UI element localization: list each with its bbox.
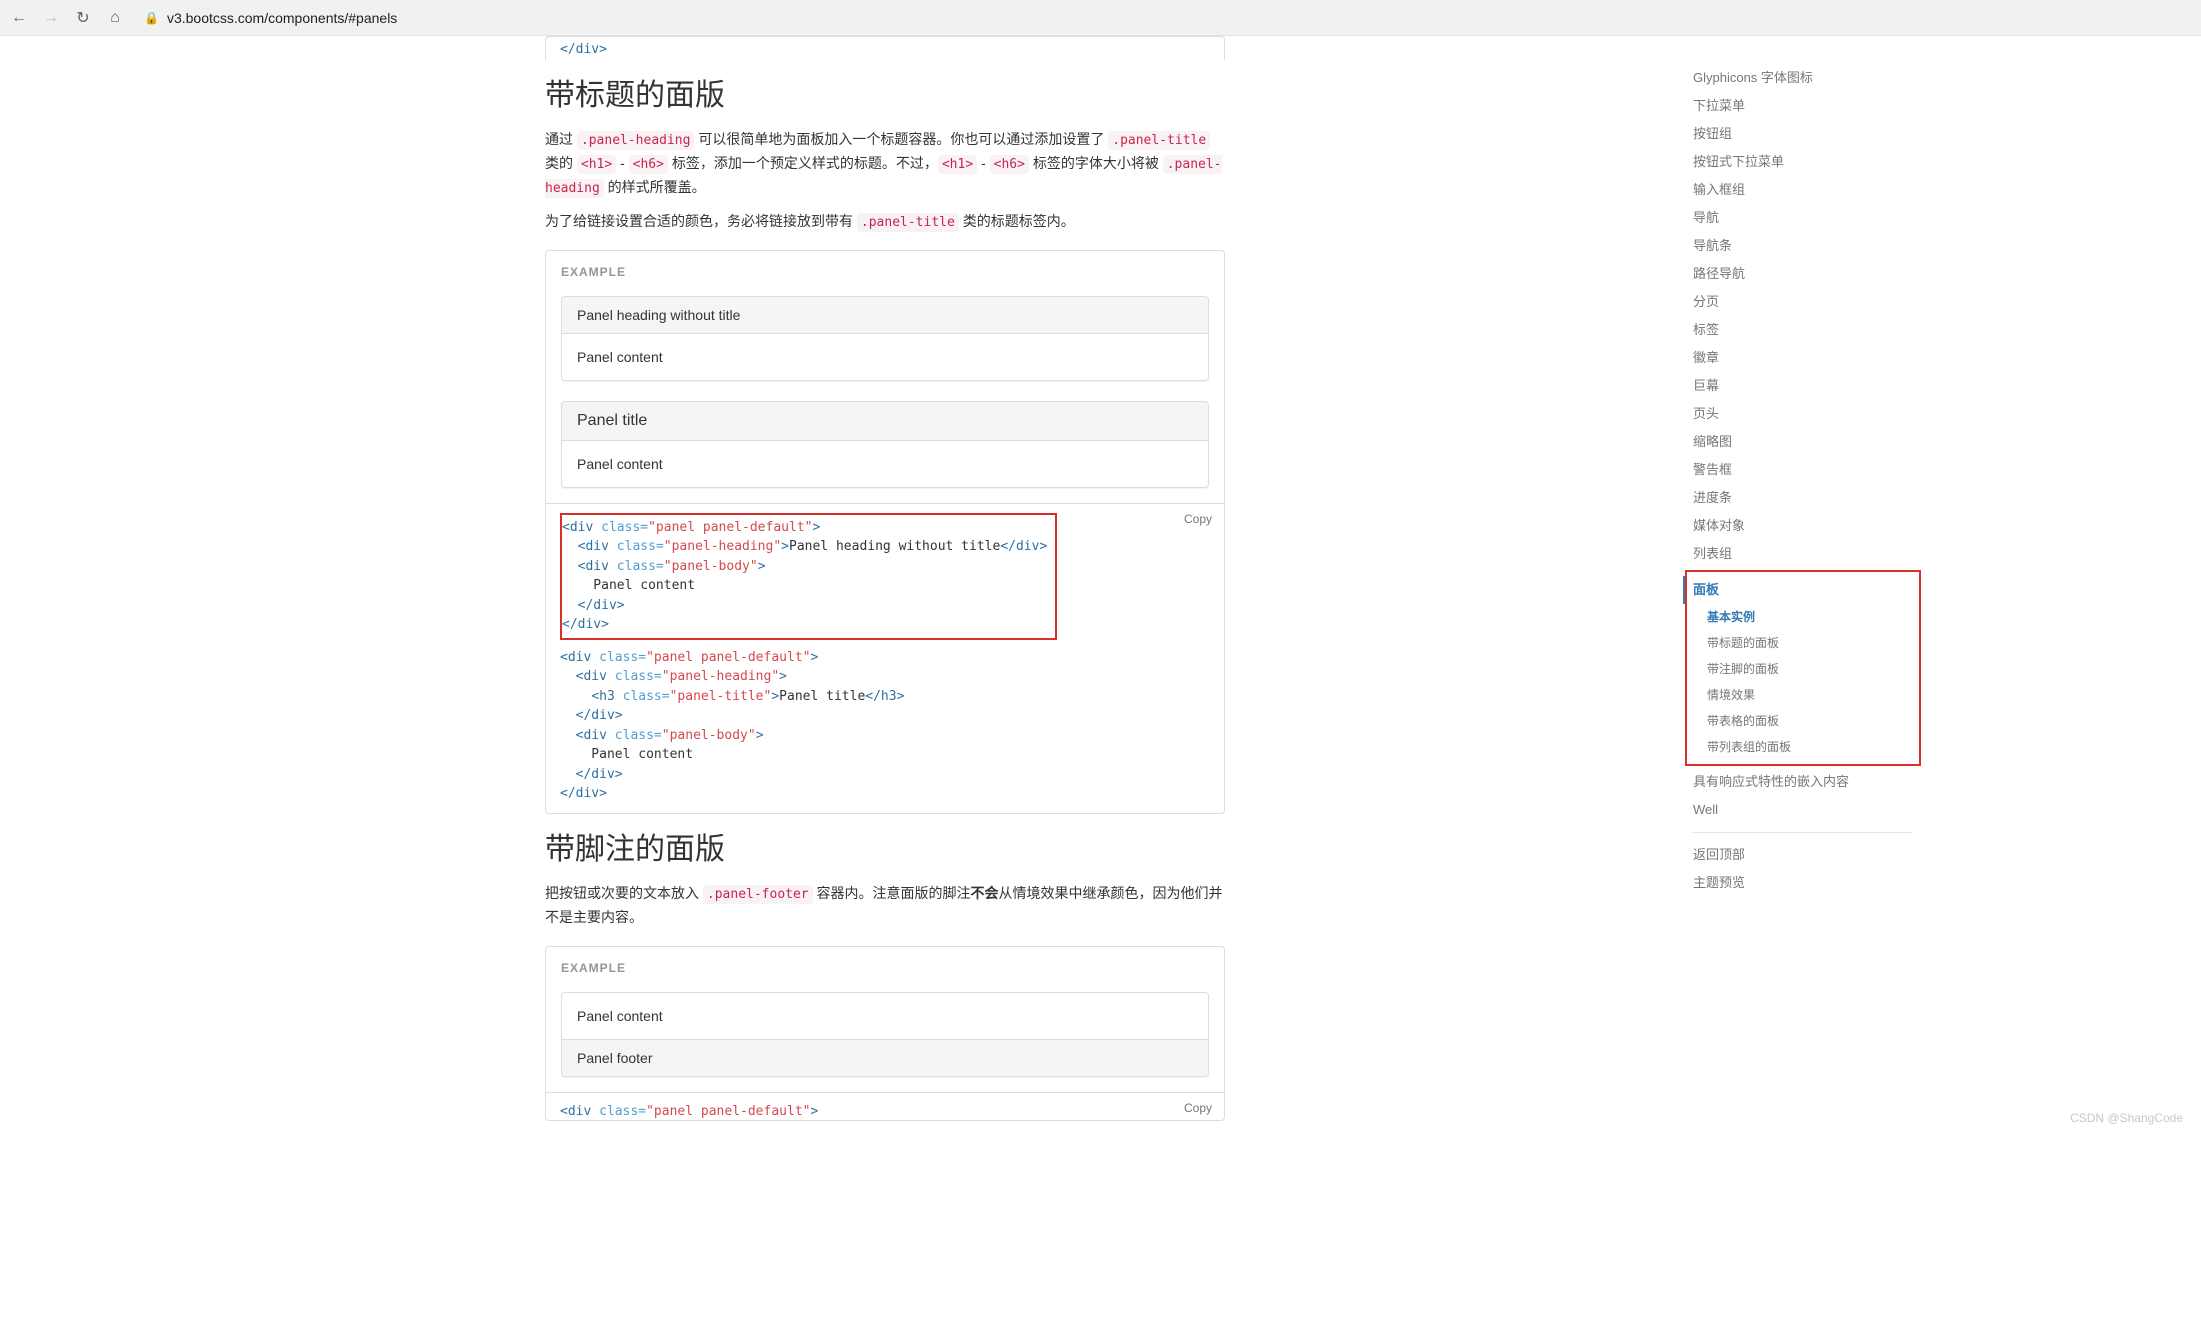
panel-title: Panel title [577,412,1193,430]
home-icon[interactable]: ⌂ [106,9,124,27]
section-paragraph: 把按钮或次要的文本放入 .panel-footer 容器内。注意面版的脚注不会从… [545,882,1225,930]
code-inline: <h1> [938,155,977,174]
code-text: <div class="panel panel-default"> <div c… [562,518,1047,635]
code-inline: <h1> [577,155,616,174]
sidebar-item[interactable]: 警告框 [1693,456,1913,484]
watermark: CSDN @ShangCode [2070,1111,2183,1125]
sidebar-theme-preview[interactable]: 主题预览 [1693,869,1913,897]
sidebar-sub-item[interactable]: 带表格的面板 [1707,708,1913,734]
copy-button[interactable]: Copy [1184,512,1212,526]
panel-default: Panel heading without title Panel conten… [561,296,1209,381]
sidebar-item[interactable]: 导航条 [1693,232,1913,260]
sidebar-item[interactable]: 按钮组 [1693,120,1913,148]
sidebar-subnav: 基本实例 带标题的面板 带注脚的面板 情境效果 带表格的面板 带列表组的面板 [1693,604,1913,760]
sidebar-item[interactable]: 标签 [1693,316,1913,344]
code-block: Copy <div class="panel panel-default"> [545,1093,1225,1121]
back-icon[interactable]: ← [10,9,28,27]
code-inline: .panel-heading [577,131,695,150]
code-inline: .panel-footer [703,885,813,904]
code-block-partial: Basic panel example </div> </div> [545,36,1225,60]
sidebar-item[interactable]: 下拉菜单 [1693,92,1913,120]
forward-icon[interactable]: → [42,9,60,27]
address-bar[interactable]: 🔒 v3.bootcss.com/components/#panels [144,10,397,26]
panel-default: Panel title Panel content [561,401,1209,488]
section-paragraph: 通过 .panel-heading 可以很简单地为面板加入一个标题容器。你也可以… [545,128,1225,200]
sidebar-sub-item[interactable]: 带注脚的面板 [1707,656,1913,682]
copy-button[interactable]: Copy [1184,1101,1212,1115]
panel-body: Panel content [562,334,1208,380]
code-block: Copy <div class="panel panel-default"> <… [545,504,1225,814]
panel-default: Panel content Panel footer [561,992,1209,1077]
code-text: <div class="panel panel-default"> <div c… [560,648,1210,804]
section-heading-footer: 带脚注的面版 [545,824,1225,868]
sidebar-item[interactable]: 缩略图 [1693,428,1913,456]
annotation-highlight-box: <div class="panel panel-default"> <div c… [560,513,1057,640]
sidebar-sub-item[interactable]: 带列表组的面板 [1707,734,1913,760]
sidebar-item[interactable]: 具有响应式特性的嵌入内容 [1693,768,1913,796]
panel-body: Panel content [562,441,1208,487]
panel-heading: Panel heading without title [562,297,1208,334]
panel-body: Panel content [562,993,1208,1039]
example-box: Panel heading without title Panel conten… [545,250,1225,504]
code-inline: .panel-title [1108,131,1210,150]
sidebar-nav: Glyphicons 字体图标 下拉菜单 按钮组 按钮式下拉菜单 输入框组 导航… [1693,64,1913,897]
sidebar-item[interactable]: Well [1693,796,1913,824]
sidebar-item[interactable]: 按钮式下拉菜单 [1693,148,1913,176]
sidebar-item[interactable]: 徽章 [1693,344,1913,372]
sidebar-item[interactable]: 分页 [1693,288,1913,316]
sidebar-item[interactable]: Glyphicons 字体图标 [1693,64,1913,92]
url-text: v3.bootcss.com/components/#panels [167,10,397,26]
panel-heading: Panel title [562,402,1208,441]
main-content: Basic panel example </div> </div> 带标题的面版… [545,36,1225,1121]
sidebar-item[interactable]: 输入框组 [1693,176,1913,204]
sidebar-item[interactable]: 巨幕 [1693,372,1913,400]
browser-chrome: ← → ↻ ⌂ 🔒 v3.bootcss.com/components/#pan… [0,0,2201,36]
sidebar-item[interactable]: 列表组 [1693,540,1913,568]
sidebar-item[interactable]: 进度条 [1693,484,1913,512]
sidebar-item[interactable]: 导航 [1693,204,1913,232]
section-heading-title: 带标题的面版 [545,70,1225,114]
lock-icon: 🔒 [144,11,159,25]
sidebar-divider [1693,832,1913,833]
reload-icon[interactable]: ↻ [74,9,92,27]
code-inline: .panel-title [857,213,959,232]
sidebar-back-to-top[interactable]: 返回顶部 [1693,841,1913,869]
code-inline: <h6> [629,155,668,174]
sidebar-item[interactable]: 路径导航 [1693,260,1913,288]
sidebar-sub-item[interactable]: 情境效果 [1707,682,1913,708]
sidebar-sub-item[interactable]: 基本实例 [1707,604,1913,630]
sidebar-item[interactable]: 页头 [1693,400,1913,428]
section-paragraph: 为了给链接设置合适的颜色，务必将链接放到带有 .panel-title 类的标题… [545,210,1225,234]
sidebar-item[interactable]: 媒体对象 [1693,512,1913,540]
code-text: Basic panel example </div> </div> [560,36,1210,60]
example-box: Panel content Panel footer [545,946,1225,1093]
code-inline: <h6> [990,155,1029,174]
sidebar-sub-item[interactable]: 带标题的面板 [1707,630,1913,656]
sidebar-highlight-box: 面板 基本实例 带标题的面板 带注脚的面板 情境效果 带表格的面板 带列表组的面… [1685,570,1921,766]
sidebar-item-panels[interactable]: 面板 [1683,576,1913,604]
panel-footer: Panel footer [562,1039,1208,1076]
code-text: <div class="panel panel-default"> [560,1102,1210,1121]
